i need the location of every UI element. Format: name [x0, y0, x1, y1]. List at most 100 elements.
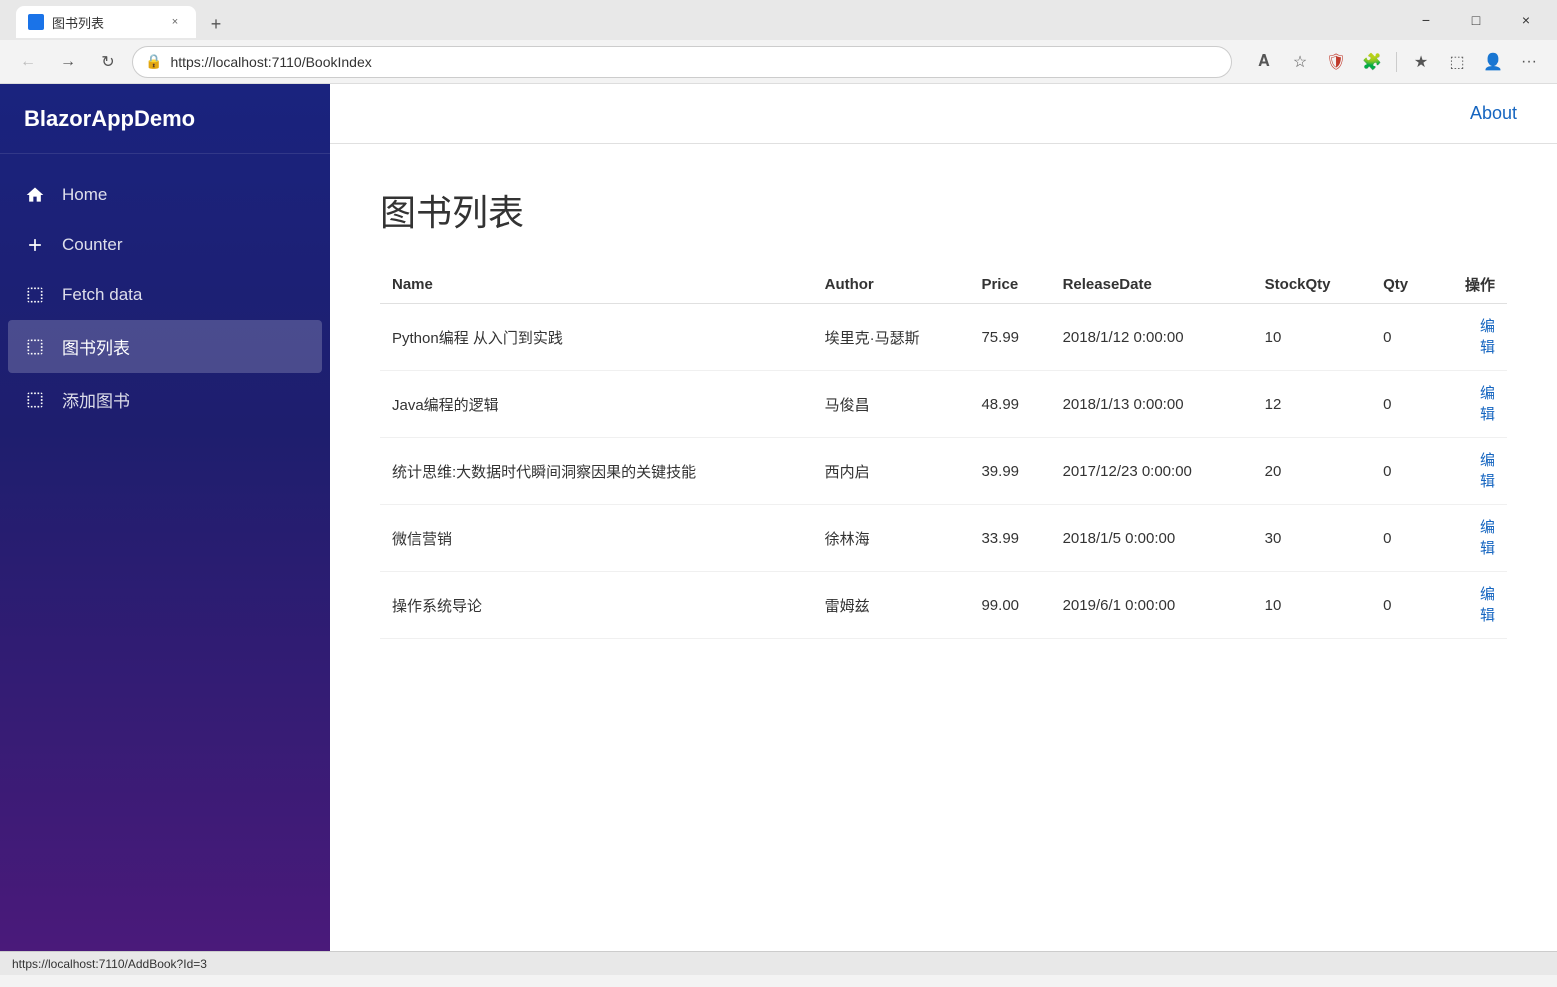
read-aloud-button[interactable]: 𝐀 [1248, 46, 1280, 78]
extensions-button[interactable]: 🧩 [1356, 46, 1388, 78]
cell-price: 99.00 [969, 572, 1050, 639]
cell-qty: 0 [1371, 304, 1436, 371]
sidebar-label-home: Home [62, 185, 107, 205]
tab-bar: 图书列表 × + [8, 2, 1403, 38]
collections-button[interactable]: ⬚ [1441, 46, 1473, 78]
about-link[interactable]: About [1470, 103, 1517, 124]
edit-link-line1[interactable]: 编 [1480, 584, 1495, 605]
app-container: BlazorAppDemo Home Counter [0, 84, 1557, 951]
col-name: Name [380, 266, 813, 304]
window-controls: − □ × [1403, 4, 1549, 36]
cell-name: 统计思维:大数据时代瞬间洞察因果的关键技能 [380, 438, 813, 505]
cell-releasedate: 2019/6/1 0:00:00 [1051, 572, 1253, 639]
new-tab-button[interactable]: + [200, 10, 232, 38]
lock-icon: 🔒 [145, 53, 162, 70]
maximize-button[interactable]: □ [1453, 4, 1499, 36]
sidebar: BlazorAppDemo Home Counter [0, 84, 330, 951]
cell-qty: 0 [1371, 438, 1436, 505]
cell-qty: 0 [1371, 371, 1436, 438]
close-button[interactable]: × [1503, 4, 1549, 36]
cell-action: 编 辑 [1436, 371, 1507, 438]
cell-name: Python编程 从入门到实践 [380, 304, 813, 371]
title-bar: 图书列表 × + − □ × [0, 0, 1557, 40]
col-action: 操作 [1436, 266, 1507, 304]
cell-price: 33.99 [969, 505, 1050, 572]
cell-stockqty: 12 [1253, 371, 1371, 438]
edit-link-line2[interactable]: 辑 [1480, 471, 1495, 492]
cell-price: 75.99 [969, 304, 1050, 371]
table-row: 操作系统导论 雷姆兹 99.00 2019/6/1 0:00:00 10 0 编… [380, 572, 1507, 639]
col-releasedate: ReleaseDate [1051, 266, 1253, 304]
status-bar: https://localhost:7110/AddBook?Id=3 [0, 951, 1557, 975]
sidebar-nav: Home Counter Fetch data [0, 154, 330, 442]
sidebar-label-counter: Counter [62, 235, 122, 255]
cell-author: 马俊昌 [813, 371, 970, 438]
ublock-button[interactable]: 🛡 [1320, 46, 1352, 78]
nav-actions: 𝐀 ☆ 🛡 🧩 ★ ⬚ 👤 ··· [1248, 46, 1545, 78]
cell-qty: 0 [1371, 505, 1436, 572]
edit-link-line1[interactable]: 编 [1480, 316, 1495, 337]
table-row: Python编程 从入门到实践 埃里克·马瑟斯 75.99 2018/1/12 … [380, 304, 1507, 371]
address-bar[interactable]: 🔒 https://localhost:7110/BookIndex [132, 46, 1232, 78]
cell-action: 编 辑 [1436, 304, 1507, 371]
fetchdata-icon [24, 284, 46, 306]
page-body: 图书列表 Name Author Price ReleaseDate Stock… [330, 144, 1557, 679]
cell-author: 雷姆兹 [813, 572, 970, 639]
favorites-bar-button[interactable]: ★ [1405, 46, 1437, 78]
cell-stockqty: 10 [1253, 304, 1371, 371]
cell-releasedate: 2018/1/5 0:00:00 [1051, 505, 1253, 572]
cell-releasedate: 2018/1/12 0:00:00 [1051, 304, 1253, 371]
edit-link-line1[interactable]: 编 [1480, 450, 1495, 471]
active-tab[interactable]: 图书列表 × [16, 6, 196, 38]
menu-button[interactable]: ··· [1513, 46, 1545, 78]
tab-favicon [28, 14, 44, 30]
url-text: https://localhost:7110/BookIndex [170, 54, 371, 70]
minimize-button[interactable]: − [1403, 4, 1449, 36]
booklist-icon [24, 336, 46, 358]
cell-stockqty: 10 [1253, 572, 1371, 639]
sidebar-item-booklist[interactable]: 图书列表 [8, 320, 322, 373]
cell-releasedate: 2017/12/23 0:00:00 [1051, 438, 1253, 505]
cell-action: 编 辑 [1436, 505, 1507, 572]
forward-button[interactable]: → [52, 46, 84, 78]
cell-qty: 0 [1371, 572, 1436, 639]
sidebar-item-home[interactable]: Home [0, 170, 330, 220]
cell-action: 编 辑 [1436, 572, 1507, 639]
edit-link-line2[interactable]: 辑 [1480, 337, 1495, 358]
tab-title: 图书列表 [52, 13, 158, 32]
cell-name: 操作系统导论 [380, 572, 813, 639]
col-author: Author [813, 266, 970, 304]
sidebar-label-fetchdata: Fetch data [62, 285, 142, 305]
table-header-row: Name Author Price ReleaseDate StockQty Q… [380, 266, 1507, 304]
table-row: 微信营销 徐林海 33.99 2018/1/5 0:00:00 30 0 编 辑 [380, 505, 1507, 572]
cell-price: 48.99 [969, 371, 1050, 438]
refresh-button[interactable]: ↻ [92, 46, 124, 78]
sidebar-item-addbook[interactable]: 添加图书 [0, 373, 330, 426]
col-qty: Qty [1371, 266, 1436, 304]
separator [1396, 52, 1397, 72]
back-button[interactable]: ← [12, 46, 44, 78]
tab-close-button[interactable]: × [166, 13, 184, 31]
sidebar-brand: BlazorAppDemo [0, 84, 330, 154]
sidebar-item-counter[interactable]: Counter [0, 220, 330, 270]
sidebar-label-addbook: 添加图书 [62, 387, 130, 412]
edit-link-line2[interactable]: 辑 [1480, 538, 1495, 559]
table-row: Java编程的逻辑 马俊昌 48.99 2018/1/13 0:00:00 12… [380, 371, 1507, 438]
edit-link-line1[interactable]: 编 [1480, 517, 1495, 538]
addbook-icon [24, 389, 46, 411]
cell-releasedate: 2018/1/13 0:00:00 [1051, 371, 1253, 438]
table-body: Python编程 从入门到实践 埃里克·马瑟斯 75.99 2018/1/12 … [380, 304, 1507, 639]
edit-link-line2[interactable]: 辑 [1480, 404, 1495, 425]
cell-stockqty: 30 [1253, 505, 1371, 572]
home-icon [24, 184, 46, 206]
favorites-button[interactable]: ☆ [1284, 46, 1316, 78]
cell-author: 埃里克·马瑟斯 [813, 304, 970, 371]
sidebar-item-fetchdata[interactable]: Fetch data [0, 270, 330, 320]
counter-icon [24, 234, 46, 256]
page-title: 图书列表 [380, 184, 1507, 236]
status-url: https://localhost:7110/AddBook?Id=3 [12, 957, 207, 971]
profile-button[interactable]: 👤 [1477, 46, 1509, 78]
cell-action: 编 辑 [1436, 438, 1507, 505]
edit-link-line2[interactable]: 辑 [1480, 605, 1495, 626]
edit-link-line1[interactable]: 编 [1480, 383, 1495, 404]
